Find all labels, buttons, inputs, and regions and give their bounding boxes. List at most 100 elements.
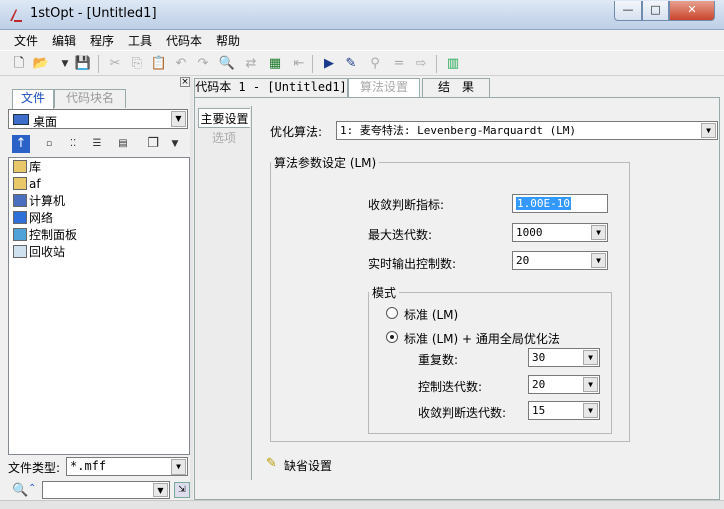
search-bar: 🔍 ⌃ ▼ ⇲ <box>8 481 190 500</box>
undo-icon[interactable]: ↶ <box>172 55 190 73</box>
chevron-down-icon[interactable]: ▼ <box>583 350 598 365</box>
mode-option-label: 标准 (LM) + 通用全局优化法 <box>404 332 560 346</box>
status-bar <box>0 500 724 509</box>
window-title: 1stOpt - [Untitled1] <box>30 6 157 21</box>
search-go-icon[interactable]: ⇲ <box>174 482 190 498</box>
list-item[interactable]: 计算机 <box>13 193 65 210</box>
tab-file[interactable]: 文件 <box>12 89 54 109</box>
chevron-up-icon[interactable]: ⌃ <box>28 483 36 494</box>
list-item[interactable]: 网络 <box>13 210 53 227</box>
maximize-button[interactable]: □ <box>642 1 669 21</box>
small-icons-view-icon[interactable]: ⁚⁚ <box>64 135 82 153</box>
chevron-down-icon[interactable]: ▼ <box>171 459 186 475</box>
close-button[interactable]: ✕ <box>669 1 715 21</box>
run-icon[interactable]: ▶ <box>320 55 338 73</box>
chevron-down-icon[interactable]: ▼ <box>701 123 716 138</box>
find-icon[interactable]: 🔍 <box>218 55 236 73</box>
filetype-label: 文件类型: <box>8 461 61 475</box>
copy-icon[interactable]: ⎘ <box>128 55 146 73</box>
filetype-value: *.mff <box>70 459 107 473</box>
chevron-down-icon[interactable]: ▼ <box>583 403 598 418</box>
save-icon[interactable]: 💾 <box>74 55 92 73</box>
convergence-label: 收敛判断指标: <box>368 198 445 212</box>
search-icon[interactable]: 🔍 <box>12 483 28 498</box>
search-input[interactable]: ▼ <box>42 481 170 499</box>
chevron-down-icon[interactable]: ▼ <box>56 55 74 73</box>
chevron-down-icon[interactable]: ▼ <box>583 377 598 392</box>
menu-program[interactable]: 程序 <box>90 32 114 49</box>
import-icon[interactable]: ⇤ <box>290 55 308 73</box>
large-icons-view-icon[interactable]: ▫ <box>40 135 58 153</box>
pause-icon[interactable]: ⚲ <box>366 55 384 73</box>
algorithm-label: 优化算法: <box>270 125 323 139</box>
browser-toolbar: ↑ ▫ ⁚⁚ ☰ ▤ ❐ ▼ <box>8 133 190 155</box>
menu-edit[interactable]: 编辑 <box>52 32 76 49</box>
paste-icon[interactable]: 📋 <box>150 55 168 73</box>
book-icon[interactable]: ▥ <box>444 55 462 73</box>
minimize-button[interactable]: — <box>614 1 642 21</box>
redo-icon[interactable]: ↷ <box>194 55 212 73</box>
output-icon[interactable]: ⇨ <box>412 55 430 73</box>
algorithm-select[interactable]: 1: 麦夸特法: Levenberg-Marquardt (LM) ▼ <box>336 121 718 140</box>
computer-icon <box>13 194 27 207</box>
new-file-icon[interactable]: 🗋 <box>10 55 28 73</box>
panel-close-icon[interactable]: × <box>180 77 190 87</box>
convergence-iterations-label: 收敛判断迭代数: <box>418 406 507 420</box>
step-icon[interactable]: ✎ <box>342 55 360 73</box>
network-icon <box>13 211 27 224</box>
menu-help[interactable]: 帮助 <box>216 32 240 49</box>
file-tree: 库 af 计算机 网络 控制面板 回收站 <box>8 157 190 455</box>
toolbar-separator <box>312 55 313 73</box>
title-bar: 1stOpt - [Untitled1] — □ ✕ <box>0 0 724 30</box>
max-iterations-label: 最大迭代数: <box>368 228 433 242</box>
convergence-input[interactable]: 1.00E-10 <box>512 194 608 213</box>
default-settings-icon[interactable]: ✎ <box>266 456 277 471</box>
cut-icon[interactable]: ✂ <box>106 55 124 73</box>
pane-splitter[interactable] <box>190 77 193 500</box>
chevron-down-icon[interactable]: ▼ <box>166 135 184 153</box>
repeat-value: 30 <box>532 351 546 364</box>
menu-file[interactable]: 文件 <box>14 32 38 49</box>
tab-results[interactable]: 结 果 <box>422 78 490 97</box>
list-view-icon[interactable]: ☰ <box>88 135 106 153</box>
up-folder-icon[interactable]: ↑ <box>12 135 30 153</box>
list-item-label: 网络 <box>29 211 54 225</box>
chevron-down-icon[interactable]: ▼ <box>591 225 606 240</box>
convergence-iterations-select[interactable]: 15 ▼ <box>528 401 600 420</box>
default-settings-button[interactable]: 缺省设置 <box>284 457 332 474</box>
control-iterations-select[interactable]: 20 ▼ <box>528 375 600 394</box>
menu-codebook[interactable]: 代码本 <box>166 32 202 49</box>
user-folder-icon <box>13 177 27 190</box>
list-item[interactable]: af <box>13 176 41 193</box>
list-item-label: 回收站 <box>29 245 66 259</box>
max-iterations-value: 1000 <box>516 226 543 239</box>
recycle-bin-icon <box>13 245 27 258</box>
tab-algorithm-settings[interactable]: 算法设置 <box>348 78 420 98</box>
realtime-output-select[interactable]: 20 ▼ <box>512 251 608 270</box>
desktop-icon <box>13 114 29 125</box>
replace-icon[interactable]: ⇄ <box>242 55 260 73</box>
toolbar-separator <box>98 55 99 73</box>
excel-icon[interactable]: ▦ <box>266 55 284 73</box>
mode-radio-global[interactable] <box>386 331 398 343</box>
open-folder-icon[interactable]: 📂 <box>32 55 50 73</box>
chevron-down-icon[interactable]: ▼ <box>153 483 168 497</box>
stop-icon[interactable]: = <box>390 55 408 73</box>
location-select[interactable]: 桌面 ▼ <box>8 109 188 129</box>
filter-icon[interactable]: ❐ <box>144 135 162 153</box>
chevron-down-icon[interactable]: ▼ <box>171 111 186 127</box>
menu-tools[interactable]: 工具 <box>128 32 152 49</box>
tab-code-block-names[interactable]: 代码块名 <box>54 89 126 108</box>
side-tab-options[interactable]: 选项 <box>198 128 250 148</box>
list-item[interactable]: 回收站 <box>13 244 65 261</box>
max-iterations-select[interactable]: 1000 ▼ <box>512 223 608 242</box>
mode-radio-standard[interactable] <box>386 307 398 319</box>
list-item[interactable]: 库 <box>13 159 41 176</box>
filetype-select[interactable]: *.mff ▼ <box>66 457 188 476</box>
repeat-select[interactable]: 30 ▼ <box>528 348 600 367</box>
side-tab-main-settings[interactable]: 主要设置 <box>198 108 250 128</box>
tab-codebook[interactable]: 代码本 1 - [Untitled1] <box>194 78 348 97</box>
list-item[interactable]: 控制面板 <box>13 227 77 244</box>
chevron-down-icon[interactable]: ▼ <box>591 253 606 268</box>
details-view-icon[interactable]: ▤ <box>114 135 132 153</box>
